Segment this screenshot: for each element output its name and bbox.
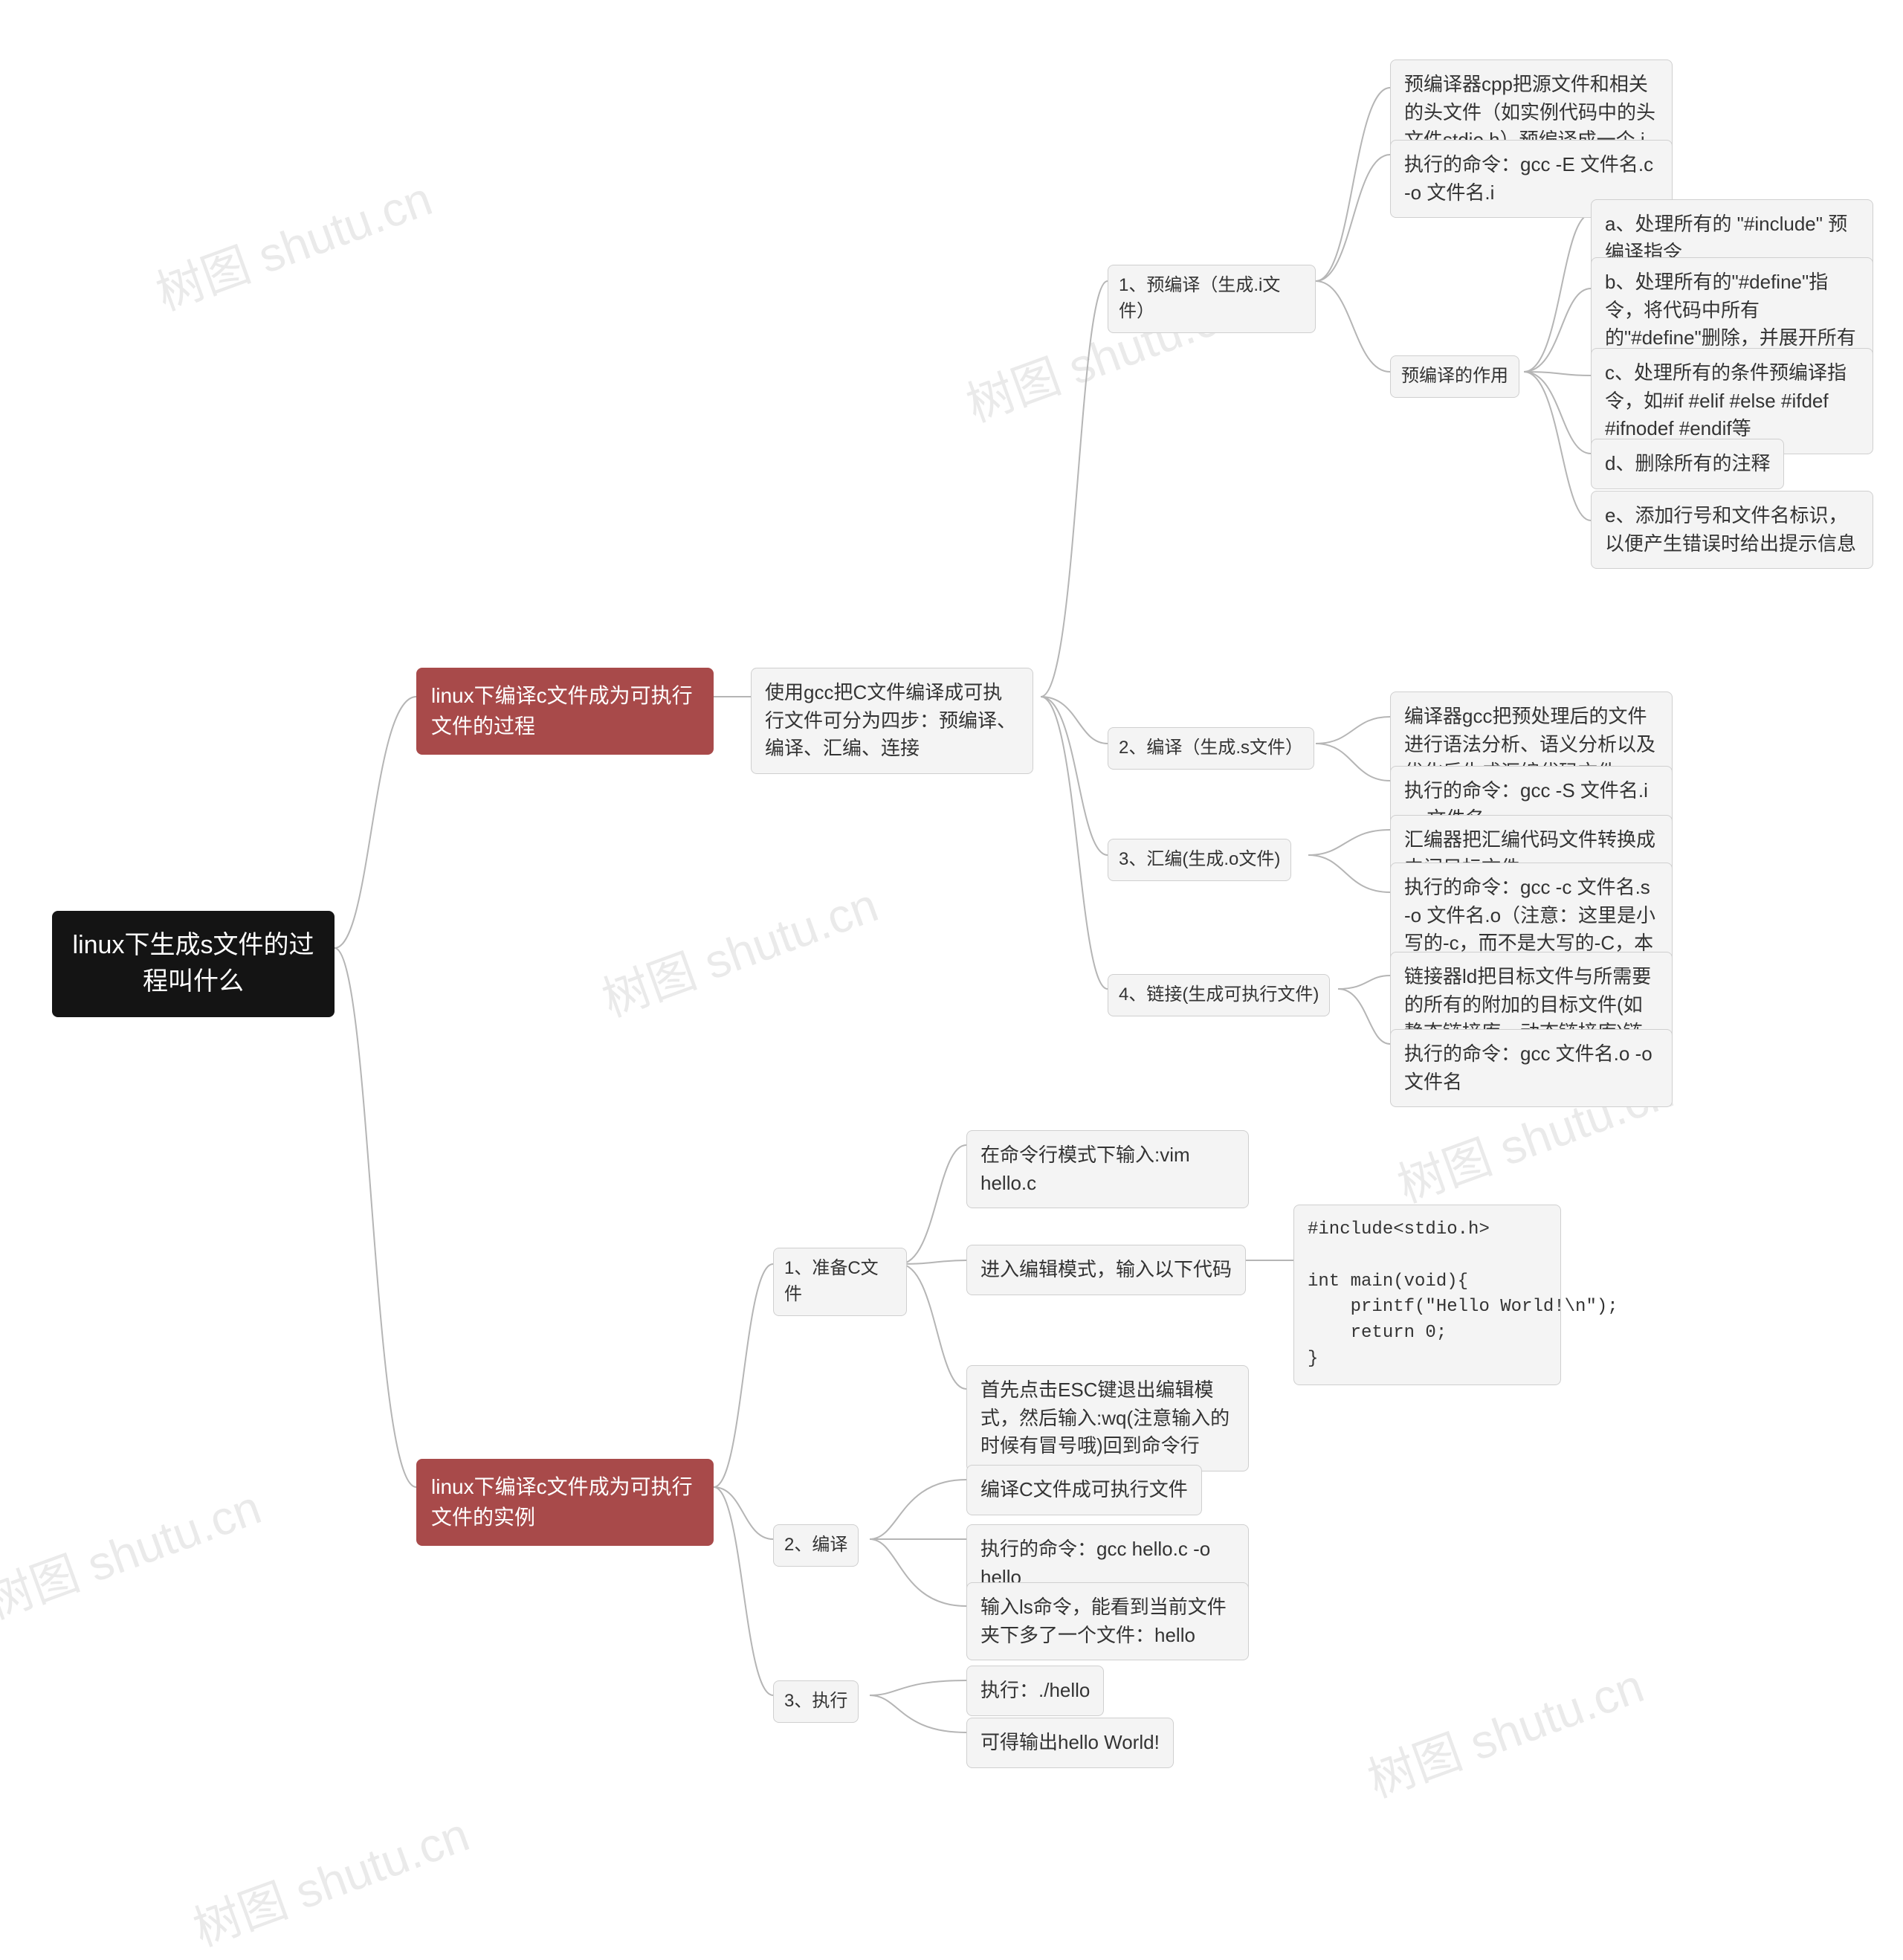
- watermark: 树图 shutu.cn: [0, 1469, 269, 1632]
- watermark: 树图 shutu.cn: [146, 161, 440, 323]
- leaf-ex1-a: 在命令行模式下输入:vim hello.c: [966, 1130, 1249, 1208]
- watermark: 树图 shutu.cn: [183, 1796, 477, 1959]
- leaf-ex1-code: #include<stdio.h> int main(void){ printf…: [1293, 1205, 1561, 1385]
- branch-example[interactable]: linux下编译c文件成为可执行文件的实例: [416, 1459, 714, 1546]
- leaf-ex2-a: 编译C文件成可执行文件: [966, 1465, 1202, 1515]
- leaf-ex3: 3、执行: [773, 1680, 859, 1723]
- leaf-step1: 1、预编译（生成.i文件）: [1108, 265, 1316, 333]
- leaf-ex1-b: 进入编辑模式，输入以下代码: [966, 1245, 1246, 1295]
- leaf-ex2: 2、编译: [773, 1524, 859, 1567]
- leaf-step3: 3、汇编(生成.o文件): [1108, 839, 1291, 881]
- leaf-ex1-c: 首先点击ESC键退出编辑模式，然后输入:wq(注意输入的时候有冒号哦)回到命令行: [966, 1365, 1249, 1471]
- root-node[interactable]: linux下生成s文件的过程叫什么: [52, 911, 335, 1017]
- branch-process[interactable]: linux下编译c文件成为可执行文件的过程: [416, 668, 714, 755]
- leaf-ex1: 1、准备C文件: [773, 1248, 907, 1316]
- leaf-step4: 4、链接(生成可执行文件): [1108, 974, 1330, 1016]
- leaf-s4-cmd: 执行的命令：gcc 文件名.o -o 文件名: [1390, 1029, 1673, 1107]
- leaf-s1-d: d、删除所有的注释: [1591, 439, 1784, 489]
- watermark: 树图 shutu.cn: [1357, 1648, 1652, 1811]
- leaf-ex2-c: 输入ls命令，能看到当前文件夹下多了一个文件：hello: [966, 1582, 1249, 1660]
- leaf-s1-role: 预编译的作用: [1390, 355, 1519, 398]
- leaf-ex3-a: 执行：./hello: [966, 1666, 1104, 1716]
- watermark: 树图 shutu.cn: [592, 867, 886, 1030]
- leaf-s1-e: e、添加行号和文件名标识，以便产生错误时给出提示信息: [1591, 491, 1873, 569]
- leaf-ex3-b: 可得输出hello World!: [966, 1718, 1174, 1768]
- leaf-four-steps: 使用gcc把C文件编译成可执行文件可分为四步：预编译、编译、汇编、连接: [751, 668, 1033, 774]
- leaf-step2: 2、编译（生成.s文件）: [1108, 727, 1314, 770]
